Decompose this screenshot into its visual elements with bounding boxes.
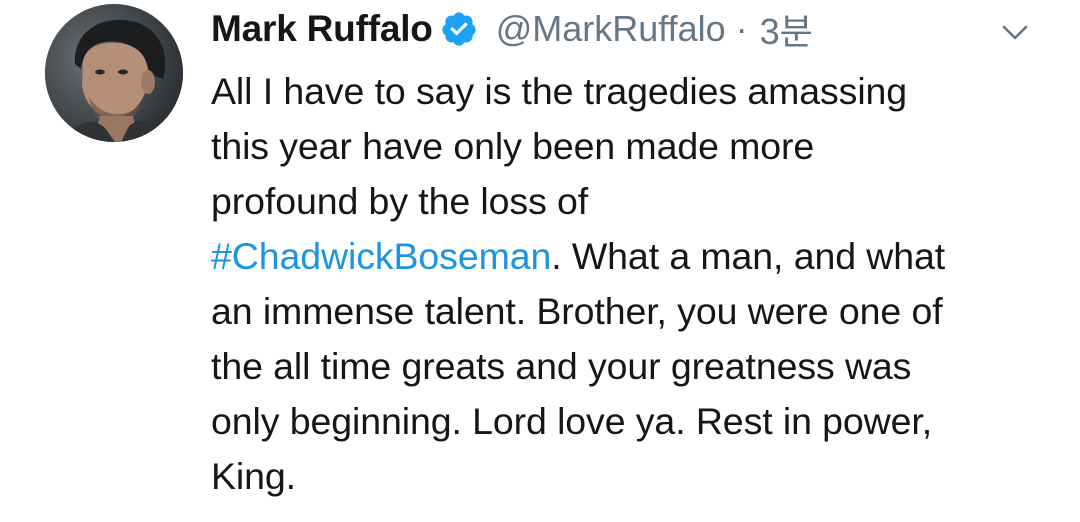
tweet-line: All I have to say is the tragedies amass… xyxy=(211,70,908,112)
tweet-header: Mark Ruffalo @MarkRuffalo · 3분 xyxy=(211,4,813,54)
tweet-line: this year have only been made more xyxy=(211,125,815,167)
verified-badge-icon xyxy=(440,10,478,48)
chevron-down-icon[interactable] xyxy=(1000,18,1030,48)
tweet: Mark Ruffalo @MarkRuffalo · 3분 All I hav… xyxy=(0,0,1080,522)
tweet-line: an immense talent. Brother, you were one… xyxy=(211,290,943,332)
tweet-line-rest: . What a man, and what xyxy=(551,235,946,277)
hashtag-link[interactable]: #ChadwickBoseman xyxy=(211,235,551,277)
avatar[interactable] xyxy=(45,4,183,142)
tweet-line: King. xyxy=(211,455,296,497)
tweet-text: All I have to say is the tragedies amass… xyxy=(211,64,1051,504)
author-name[interactable]: Mark Ruffalo xyxy=(211,8,433,50)
author-handle[interactable]: @MarkRuffalo xyxy=(496,8,726,50)
tweet-line-with-hashtag: #ChadwickBoseman. What a man, and what xyxy=(211,229,1051,284)
header-separator: · xyxy=(735,8,748,49)
tweet-line: profound by the loss of xyxy=(211,180,589,222)
tweet-timestamp[interactable]: 3분 xyxy=(760,3,813,55)
tweet-line: the all time greats and your greatness w… xyxy=(211,345,912,387)
tweet-line: only beginning. Lord love ya. Rest in po… xyxy=(211,400,933,442)
